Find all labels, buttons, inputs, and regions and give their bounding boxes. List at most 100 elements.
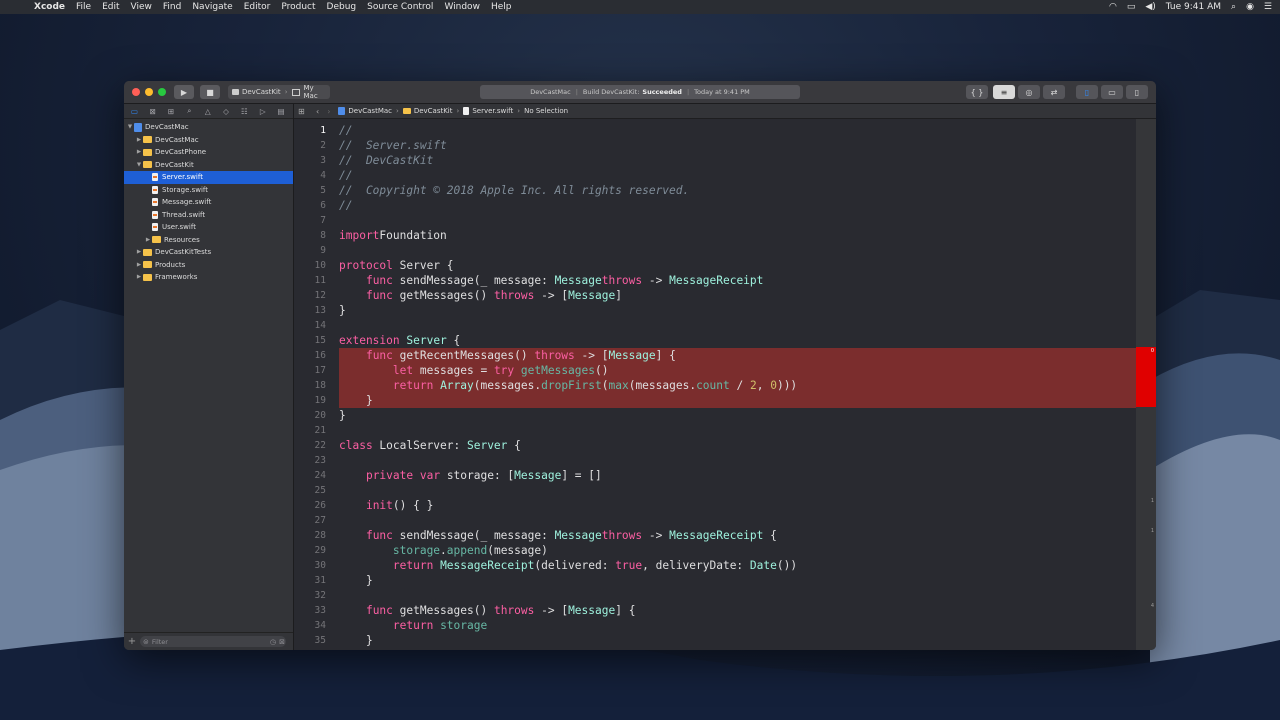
stop-button[interactable]: ■ — [200, 85, 220, 99]
siri-icon[interactable]: ◉ — [1246, 2, 1254, 12]
spotlight-search-icon[interactable]: ⌕ — [1231, 2, 1236, 12]
jumpbar-selection[interactable]: No Selection — [524, 107, 568, 115]
disclosure-closed-icon[interactable]: ▶ — [135, 249, 143, 255]
navigator-row[interactable]: ▶ Frameworks — [124, 271, 293, 284]
menu-debug[interactable]: Debug — [327, 2, 357, 12]
menu-file[interactable]: File — [76, 2, 91, 12]
add-file-icon[interactable]: + — [124, 636, 140, 647]
navigator-row[interactable]: ▶ DevCastPhone — [124, 146, 293, 159]
menu-source-control[interactable]: Source Control — [367, 2, 433, 12]
scheme-selector[interactable]: DevCastKit › My Mac — [228, 84, 330, 100]
menu-app-name[interactable]: Xcode — [34, 2, 65, 12]
code-review-button[interactable]: { } — [966, 85, 988, 99]
airplay-icon[interactable]: ▭ — [1127, 2, 1136, 12]
debug-icon[interactable]: ☷ — [238, 107, 251, 116]
navigator-row[interactable]: ▼ DevCastMac — [124, 121, 293, 134]
code-line[interactable]: 25 — [294, 483, 1136, 498]
disclosure-closed-icon[interactable]: ▶ — [135, 274, 143, 280]
navigator-row[interactable]: Server.swift — [124, 171, 293, 184]
code-line[interactable]: 28 func sendMessage(_ message: Messageth… — [294, 528, 1136, 543]
version-editor-icon[interactable]: ⇄ — [1043, 85, 1065, 99]
code-line[interactable]: 34 return storage — [294, 618, 1136, 633]
back-arrow-icon[interactable]: ‹ — [316, 107, 319, 116]
code-line[interactable]: 23 — [294, 453, 1136, 468]
close-window-button[interactable] — [132, 88, 140, 96]
navigator-row[interactable]: User.swift — [124, 221, 293, 234]
code-line[interactable]: 12 func getMessages() throws -> [Message… — [294, 288, 1136, 303]
code-line[interactable]: 35 } — [294, 633, 1136, 648]
navigator-row[interactable]: ▼ DevCastKit — [124, 159, 293, 172]
jumpbar-group[interactable]: DevCastKit — [414, 107, 453, 115]
disclosure-closed-icon[interactable]: ▶ — [135, 262, 143, 268]
code-line[interactable]: 11 func sendMessage(_ message: Messageth… — [294, 273, 1136, 288]
navigator-row[interactable]: Storage.swift — [124, 184, 293, 197]
test-icon[interactable]: ◇ — [220, 107, 233, 116]
code-line[interactable]: 1 // — [294, 123, 1136, 138]
navigator-row[interactable]: ▶ DevCastMac — [124, 134, 293, 147]
minimize-window-button[interactable] — [145, 88, 153, 96]
code-line[interactable]: 19 } — [294, 393, 1136, 408]
code-line[interactable]: 20} — [294, 408, 1136, 423]
code-line[interactable]: 16 func getRecentMessages() throws -> [M… — [294, 348, 1136, 363]
filter-input[interactable]: ⊜ Filter ◷ ⊠ — [140, 636, 286, 647]
code-line[interactable]: 3 // DevCastKit — [294, 153, 1136, 168]
code-line[interactable]: 8 importFoundation — [294, 228, 1136, 243]
recent-files-icon[interactable]: ◷ — [270, 638, 276, 646]
code-line[interactable]: 4 // — [294, 168, 1136, 183]
code-line[interactable]: 13} — [294, 303, 1136, 318]
code-line[interactable]: 30 return MessageReceipt(delivered: true… — [294, 558, 1136, 573]
menu-find[interactable]: Find — [163, 2, 181, 12]
notification-center-icon[interactable]: ☰ — [1264, 2, 1272, 12]
code-line[interactable]: 18 return Array(messages.dropFirst(max(m… — [294, 378, 1136, 393]
editor-scroll-gutter[interactable]: 0 1 1 4 — [1136, 119, 1156, 650]
menubar-clock[interactable]: Tue 9:41 AM — [1166, 2, 1221, 12]
related-items-icon[interactable]: ⊞ — [298, 107, 312, 116]
code-line[interactable]: 5 // Copyright © 2018 Apple Inc. All righ… — [294, 183, 1136, 198]
standard-editor-icon[interactable]: ≡ — [993, 85, 1015, 99]
code-line[interactable]: 2 // Server.swift — [294, 138, 1136, 153]
menu-view[interactable]: View — [131, 2, 152, 12]
menu-help[interactable]: Help — [491, 2, 512, 12]
navigator-panel-icon[interactable]: ▯ — [1076, 85, 1098, 99]
menu-navigate[interactable]: Navigate — [192, 2, 232, 12]
navigator-row[interactable]: ▶ Products — [124, 259, 293, 272]
run-button[interactable]: ▶ — [174, 85, 194, 99]
disclosure-open-icon[interactable]: ▼ — [135, 162, 143, 168]
source-control-filter-icon[interactable]: ⊠ — [279, 638, 285, 646]
zoom-window-button[interactable] — [158, 88, 166, 96]
inspector-panel-icon[interactable]: ▯ — [1126, 85, 1148, 99]
find-icon[interactable]: ⌕ — [183, 106, 196, 116]
menu-window[interactable]: Window — [444, 2, 480, 12]
code-line[interactable]: 26 init() { } — [294, 498, 1136, 513]
disclosure-open-icon[interactable]: ▼ — [126, 124, 134, 130]
code-line[interactable]: 7 — [294, 213, 1136, 228]
disclosure-closed-icon[interactable]: ▶ — [144, 237, 152, 243]
code-line[interactable]: 27 — [294, 513, 1136, 528]
warning-icon[interactable]: △ — [201, 107, 214, 116]
forward-arrow-icon[interactable]: › — [327, 107, 330, 116]
menu-editor[interactable]: Editor — [244, 2, 271, 12]
code-line[interactable]: 21 — [294, 423, 1136, 438]
code-line[interactable]: 14 — [294, 318, 1136, 333]
code-line[interactable]: 15 extension Server { — [294, 333, 1136, 348]
disclosure-closed-icon[interactable]: ▶ — [135, 137, 143, 143]
code-line[interactable]: 33 func getMessages() throws -> [Message… — [294, 603, 1136, 618]
code-line[interactable]: 6 // — [294, 198, 1136, 213]
symbol-icon[interactable]: ⊞ — [165, 107, 178, 116]
code-line[interactable]: 32 — [294, 588, 1136, 603]
code-line[interactable]: 29 storage.append(message) — [294, 543, 1136, 558]
navigator-row[interactable]: ▶ Resources — [124, 234, 293, 247]
code-line[interactable]: 9 — [294, 243, 1136, 258]
jumpbar-project[interactable]: DevCastMac — [348, 107, 392, 115]
navigator-row[interactable]: ▶ DevCastKitTests — [124, 246, 293, 259]
folder-icon[interactable]: ▭ — [128, 107, 141, 116]
debug-panel-icon[interactable]: ▭ — [1101, 85, 1123, 99]
source-editor[interactable]: 1 // 2 // Server.swift 3 // DevCastKit 4 // 5 // … — [294, 119, 1136, 650]
jumpbar-file[interactable]: Server.swift — [472, 107, 513, 115]
code-line[interactable]: 31 } — [294, 573, 1136, 588]
wifi-icon[interactable]: ◠ — [1109, 2, 1117, 12]
navigator-row[interactable]: Message.swift — [124, 196, 293, 209]
navigator-row[interactable]: Thread.swift — [124, 209, 293, 222]
menu-product[interactable]: Product — [281, 2, 315, 12]
code-line[interactable]: 22 class LocalServer: Server { — [294, 438, 1136, 453]
